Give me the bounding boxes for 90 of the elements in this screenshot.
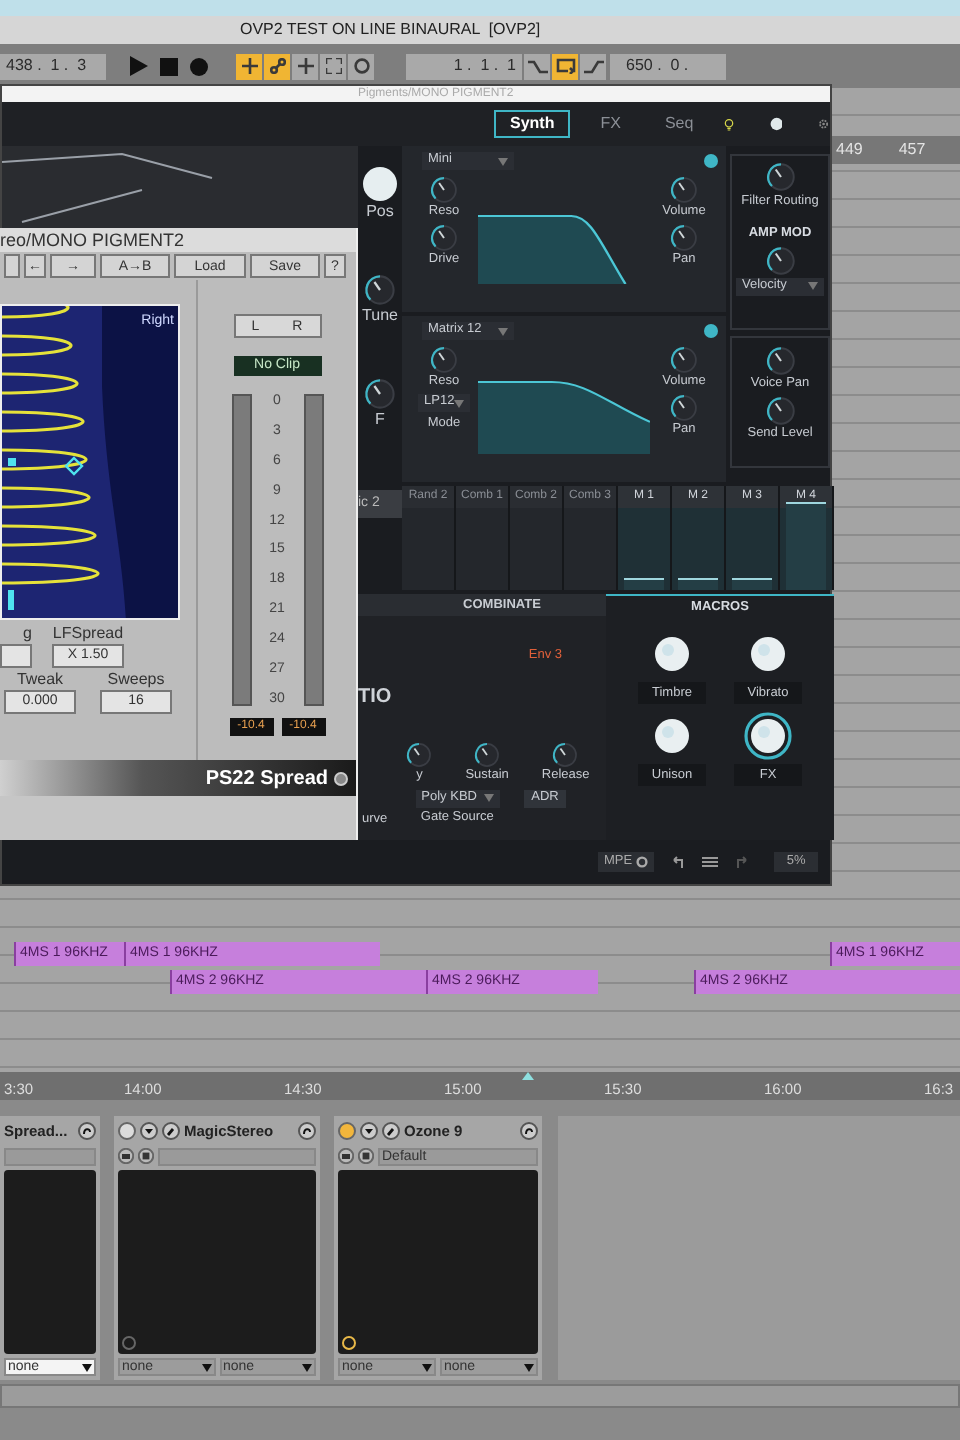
loop-icon [555,58,575,74]
knob[interactable] [552,741,579,768]
lightbulb-icon[interactable] [723,113,734,135]
wrench-icon[interactable] [162,1122,180,1140]
triangle-icon [522,1072,534,1080]
knob[interactable] [364,274,396,306]
stop-icon[interactable] [160,57,178,75]
tab[interactable]: FX [586,110,635,138]
play-icon[interactable] [130,56,148,76]
plugin-name: PS22 Spread [205,765,328,793]
bar-number: 457 [898,138,926,162]
position-field[interactable]: 438 . 1 . 3 [0,53,106,79]
menu-icon[interactable] [702,854,719,870]
power-button[interactable] [118,1122,136,1140]
param-label: LFSpread [52,624,124,644]
value-field[interactable] [0,644,32,668]
caret-icon [454,399,465,407]
window-title: OVP2 TEST ON LINE BINAURAL [OVP2] [240,20,541,40]
settings-icon[interactable] [818,114,830,134]
step-up-line-icon [583,58,603,74]
knob[interactable] [430,176,458,204]
circle-icon [353,58,369,74]
toolbar-button[interactable] [4,254,20,278]
plus-icon [241,58,257,74]
param-label: Tweak [16,670,64,690]
toggle-button[interactable] [236,53,262,79]
folder-icon[interactable] [118,1148,134,1164]
knob[interactable] [362,166,398,202]
toggle-button[interactable] [552,53,578,79]
save-icon[interactable] [358,1148,374,1164]
preset-field[interactable] [4,1147,96,1165]
node-curve-icon [269,58,285,74]
swirl-icon[interactable] [520,1122,538,1140]
macro-knob[interactable] [744,712,792,760]
wrench-icon[interactable] [382,1122,400,1140]
circle-icon [334,771,348,785]
step-down-line-icon [527,58,547,74]
settings-icon [636,856,649,868]
caret-icon [302,1363,312,1371]
knob[interactable] [765,396,795,426]
caret-icon [498,157,508,165]
knob-label: Tune [362,306,398,326]
caret-icon [483,794,494,803]
knob-label: F [375,410,385,430]
knob[interactable] [670,176,698,204]
knob[interactable] [429,224,458,252]
knob[interactable] [670,394,698,422]
knob-label: Pos [366,202,394,222]
corner-brackets-icon [325,58,341,74]
knob[interactable] [430,346,458,374]
knob[interactable] [769,112,783,136]
plus-icon [297,58,313,74]
loop-start-field[interactable]: 1 . 1 . 1 [406,53,522,79]
status-ring [122,1336,136,1350]
param-label: Sweeps [107,670,165,690]
status-ring [342,1336,356,1350]
toggle-button[interactable] [348,53,374,79]
toggle-button[interactable] [292,53,318,79]
knob[interactable] [670,224,698,252]
tab[interactable]: Seq [650,110,708,138]
window-title: reo/MONO PIGMENT2 [0,228,356,252]
save-icon[interactable] [138,1148,154,1164]
caret-icon [201,1363,211,1371]
folder-icon[interactable] [338,1148,354,1164]
caret-icon [422,1363,432,1371]
swirl-icon[interactable] [78,1122,96,1140]
record-icon[interactable] [190,57,208,75]
caret-icon [808,282,818,291]
section-label: TIO [358,684,392,712]
knob[interactable] [474,741,501,768]
toggle-button[interactable] [580,53,606,79]
toggle-button[interactable] [264,53,290,79]
caret-icon [524,1363,534,1371]
tab[interactable]: Synth [494,110,571,138]
bar-number: 449 [836,138,863,162]
caret-icon [82,1363,92,1371]
loop-length-field[interactable]: 650 . 0 . [610,53,726,79]
param-label: g [23,624,32,644]
knob[interactable] [670,346,698,374]
swirl-icon[interactable] [298,1122,316,1140]
toggle-button[interactable] [524,53,550,79]
knob[interactable] [406,741,433,768]
knob[interactable] [765,346,795,376]
knob[interactable] [765,245,795,276]
knob[interactable] [765,162,795,192]
preset-field[interactable] [158,1147,316,1165]
caret-icon [498,327,508,335]
knob[interactable] [364,378,396,410]
toggle-button[interactable] [320,53,346,79]
undo-icon[interactable] [670,854,687,870]
